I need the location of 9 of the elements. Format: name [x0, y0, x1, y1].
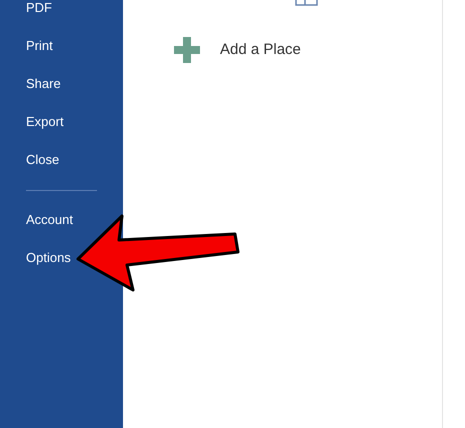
plus-icon: [174, 37, 200, 63]
menu-item[interactable]: Print: [26, 36, 53, 56]
menu-item[interactable]: Share: [26, 74, 61, 94]
menu-item[interactable]: Account: [26, 210, 73, 230]
menu-item[interactable]: Options: [26, 248, 71, 268]
place-label[interactable]: Add a Place: [220, 38, 301, 62]
menu-item[interactable]: Close: [26, 150, 60, 170]
menu-item[interactable]: PDF: [26, 0, 52, 18]
menu-item[interactable]: Export: [26, 112, 64, 132]
